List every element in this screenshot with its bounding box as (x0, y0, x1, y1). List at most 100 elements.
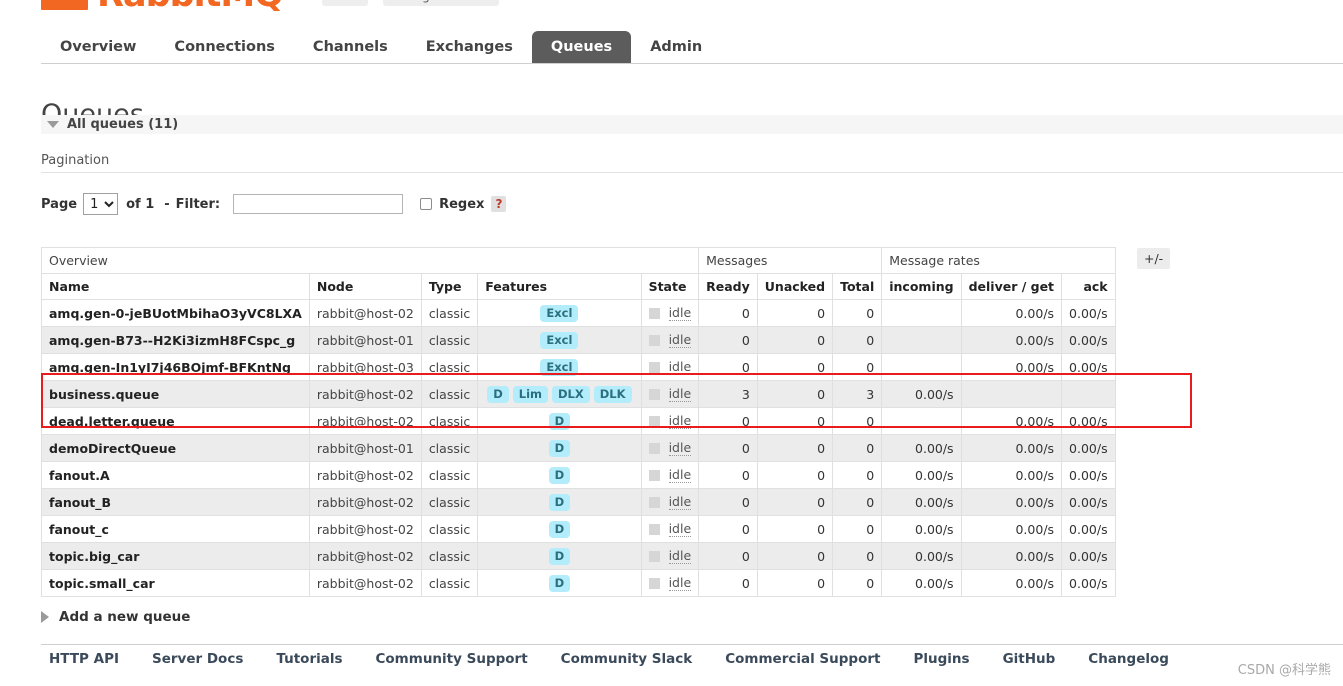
table-row[interactable]: dead.letter.queue rabbit@host-02 classic Di… (41, 407, 1116, 435)
queue-deliver-get-rate-cell: 0.00/s (960, 569, 1063, 597)
queue-name-cell[interactable]: demoDirectQueue (41, 434, 310, 462)
queue-features-cell: D (477, 488, 642, 516)
tab-queues[interactable]: Queues (531, 30, 632, 64)
queue-incoming-rate-cell (881, 299, 962, 327)
footer-link-server-docs[interactable]: Server Docs (152, 651, 243, 667)
all-queues-section-header[interactable]: All queues (11) (41, 115, 1343, 134)
table-row[interactable]: amq.gen-In1yI7j46BOjmf-BFKntNg rabbit@hos… (41, 353, 1116, 381)
add-new-queue-label: Add a new queue (59, 609, 191, 625)
pagination-title: Pagination (41, 153, 110, 168)
queue-deliver-get-rate-cell: 0.00/s (960, 407, 1063, 435)
table-row[interactable]: fanout_B rabbit@host-02 classic Didle 0 0 0 0.0… (41, 488, 1116, 516)
queue-ack-rate-cell (1061, 380, 1116, 408)
column-header-state[interactable]: State (640, 273, 700, 300)
tab-exchanges[interactable]: Exchanges (407, 31, 532, 65)
table-row[interactable]: fanout_c rabbit@host-02 classic Didle 0 0 0 0.0… (41, 515, 1116, 543)
column-header-total[interactable]: Total (832, 273, 883, 300)
queue-state-cell: idle (640, 515, 700, 543)
state-text: idle (668, 467, 692, 483)
column-header-type[interactable]: Type (420, 273, 479, 300)
tab-overview[interactable]: Overview (41, 31, 155, 65)
tab-admin[interactable]: Admin (631, 31, 721, 65)
queue-incoming-rate-cell: 0.00/s (881, 515, 962, 543)
tab-connections[interactable]: Connections (155, 31, 294, 65)
queue-ready-cell: 0 (698, 407, 758, 435)
footer-link-http-api[interactable]: HTTP API (49, 651, 119, 667)
queue-type-cell: classic (420, 542, 479, 570)
queue-name-cell[interactable]: business.queue (41, 380, 310, 408)
queue-ack-rate-cell: 0.00/s (1061, 326, 1116, 354)
queue-ack-rate-cell: 0.00/s (1061, 461, 1116, 489)
table-row[interactable]: business.queue rabbit@host-02 classic D Lim D… (41, 380, 1116, 408)
table-row[interactable]: fanout.A rabbit@host-02 classic Didle 0 0 0 0.0… (41, 461, 1116, 489)
queue-features-cell: D (477, 461, 642, 489)
queue-deliver-get-rate-cell: 0.00/s (960, 299, 1063, 327)
columns-toggle-button[interactable]: +/- (1137, 248, 1171, 269)
feature-badge-d: D (487, 385, 509, 403)
state-text: idle (668, 575, 692, 591)
regex-label: Regex (439, 196, 485, 212)
column-header-unacked[interactable]: Unacked (756, 273, 834, 300)
column-header-incoming[interactable]: incoming (881, 273, 962, 300)
feature-badge-excl: Excl (540, 358, 579, 376)
queue-name-cell[interactable]: amq.gen-0-jeBUotMbihaO3yVC8LXA (41, 299, 310, 327)
footer-link-community-slack[interactable]: Community Slack (561, 651, 693, 667)
filter-input[interactable] (233, 194, 404, 214)
footer-link-commercial-support[interactable]: Commercial Support (725, 651, 880, 667)
footer-link-changelog[interactable]: Changelog (1088, 651, 1169, 667)
footer-link-github[interactable]: GitHub (1003, 651, 1056, 667)
table-row[interactable]: topic.small_car rabbit@host-02 classic Didl… (41, 569, 1116, 597)
tab-channels[interactable]: Channels (294, 31, 407, 65)
queue-ack-rate-cell: 0.00/s (1061, 353, 1116, 381)
queue-total-cell: 0 (832, 299, 883, 327)
queue-state-cell: idle (640, 326, 700, 354)
queue-deliver-get-rate-cell: 0.00/s (960, 434, 1063, 462)
queue-name-cell[interactable]: fanout.A (41, 461, 310, 489)
column-header-name[interactable]: Name (41, 273, 310, 300)
queue-total-cell: 0 (832, 569, 883, 597)
feature-badge-excl: Excl (540, 331, 579, 349)
page-select[interactable]: 1 (83, 193, 119, 215)
queue-total-cell: 0 (832, 326, 883, 354)
table-row[interactable]: amq.gen-B73--H2Ki3izmH8FCspc_g rabbit@hos… (41, 326, 1116, 354)
queue-name-cell[interactable]: fanout_c (41, 515, 310, 543)
queue-name-cell[interactable]: fanout_B (41, 488, 310, 516)
queue-ready-cell: 0 (698, 515, 758, 543)
table-row[interactable]: amq.gen-0-jeBUotMbihaO3yVC8LXA rabbit@hos… (41, 299, 1116, 327)
queue-total-cell: 3 (832, 380, 883, 408)
queue-state-cell: idle (640, 407, 700, 435)
add-new-queue-section[interactable]: Add a new queue (41, 609, 190, 625)
footer-link-community-support[interactable]: Community Support (376, 651, 528, 667)
queue-name-cell[interactable]: topic.small_car (41, 569, 310, 597)
footer-link-tutorials[interactable]: Tutorials (276, 651, 342, 667)
help-icon[interactable]: ? (491, 196, 507, 212)
queues-table: Overview Messages Message rates Name Nod… (40, 247, 1116, 597)
queue-incoming-rate-cell: 0.00/s (881, 488, 962, 516)
regex-checkbox[interactable] (420, 198, 433, 210)
feature-badge-d: D (548, 493, 571, 511)
table-row[interactable]: topic.big_car rabbit@host-02 classic Didle 0… (41, 542, 1116, 570)
queue-name-cell[interactable]: topic.big_car (41, 542, 310, 570)
column-header-node[interactable]: Node (308, 273, 422, 300)
feature-badge-d: D (548, 520, 571, 538)
queue-total-cell: 0 (832, 488, 883, 516)
state-indicator: idle (648, 494, 692, 510)
state-square-icon (648, 469, 660, 481)
queue-deliver-get-rate-cell: 0.00/s (960, 353, 1063, 381)
column-header-ack[interactable]: ack (1061, 273, 1116, 300)
queue-name-cell[interactable]: amq.gen-In1yI7j46BOjmf-BFKntNg (41, 353, 310, 381)
column-header-features[interactable]: Features (477, 273, 642, 300)
queue-name-cell[interactable]: dead.letter.queue (41, 407, 310, 435)
column-header-ready[interactable]: Ready (698, 273, 758, 300)
nav-tab-list: Overview Connections Channels Exchanges … (41, 18, 721, 64)
table-row[interactable]: demoDirectQueue rabbit@host-01 classic Didl… (41, 434, 1116, 462)
footer-link-plugins[interactable]: Plugins (913, 651, 969, 667)
column-header-deliver-get[interactable]: deliver / get (960, 273, 1063, 300)
regex-toggle[interactable]: Regex (420, 197, 484, 212)
queue-features-cell: D (477, 515, 642, 543)
queue-type-cell: classic (420, 299, 479, 327)
queue-total-cell: 0 (832, 353, 883, 381)
queue-name-cell[interactable]: amq.gen-B73--H2Ki3izmH8FCspc_g (41, 326, 310, 354)
queue-ack-rate-cell: 0.00/s (1061, 434, 1116, 462)
queue-ready-cell: 0 (698, 461, 758, 489)
